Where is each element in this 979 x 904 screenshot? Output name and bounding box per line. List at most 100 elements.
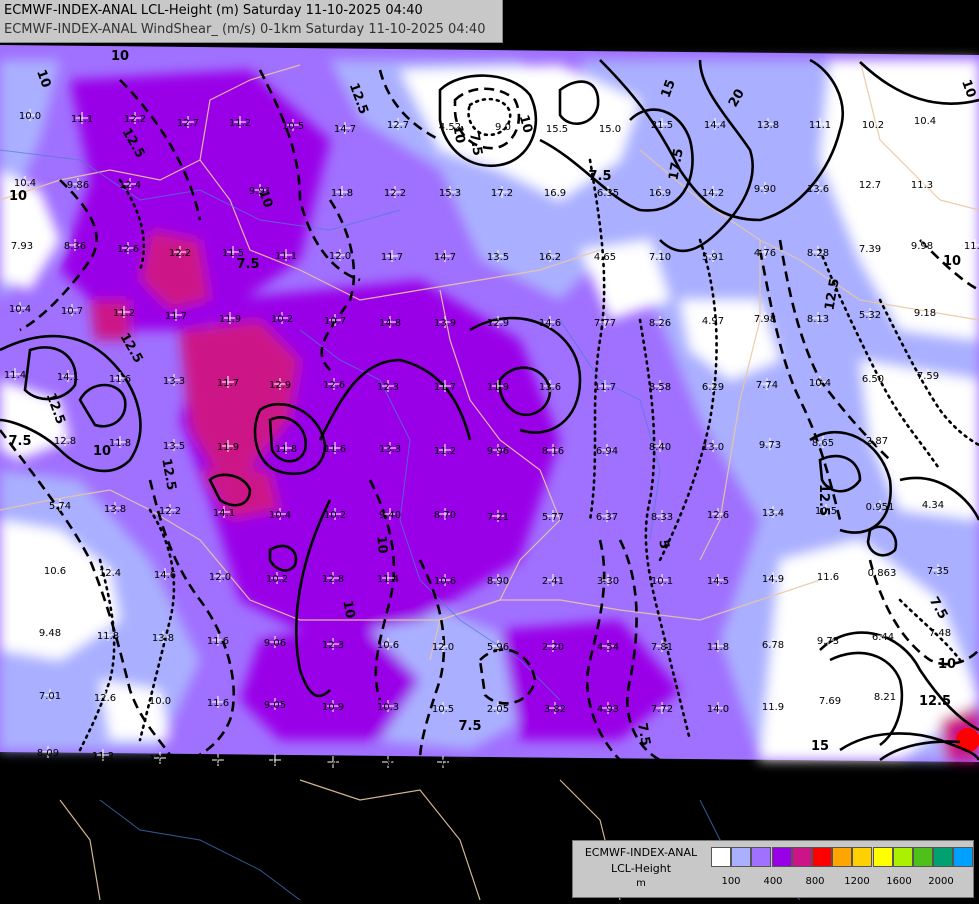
grid-value-label: 14.6	[154, 570, 176, 581]
legend-swatch	[751, 847, 772, 867]
grid-value-label: 5.74	[49, 501, 71, 512]
grid-value-label: 14.1	[213, 508, 235, 519]
grid-value-label: 11.7	[594, 382, 616, 393]
grid-value-label: 10.5	[282, 121, 304, 132]
legend-tick-label: 1200	[844, 876, 870, 887]
grid-value-label: 11.6	[207, 636, 229, 647]
grid-value-label: 11.2	[113, 308, 135, 319]
legend-swatch	[791, 847, 812, 867]
legend-swatch	[892, 847, 913, 867]
grid-value-label: 15.0	[599, 124, 621, 135]
legend-swatch	[872, 847, 893, 867]
grid-value-label: 10.7	[61, 306, 83, 317]
grid-value-label: 9.73	[759, 440, 781, 451]
grid-value-label: 6.35	[597, 188, 619, 199]
grid-value-label: 12.9	[269, 380, 291, 391]
contour-label: 15	[811, 739, 829, 754]
grid-value-label: 7.93	[11, 241, 33, 252]
grid-value-label: 10.2	[862, 120, 884, 131]
grid-value-label: 7.81	[651, 642, 673, 653]
grid-value-label: 11.9	[762, 702, 784, 713]
grid-value-label: 10.4	[914, 116, 936, 127]
legend-swatch	[731, 847, 752, 867]
grid-value-label: 9.86	[67, 180, 89, 191]
grid-value-label: 8.40	[649, 442, 671, 453]
grid-value-label: 12.7	[387, 120, 409, 131]
grid-value-label: 12.6	[94, 693, 116, 704]
grid-value-label: 4.93	[597, 704, 619, 715]
grid-value-label: 9.40	[379, 510, 401, 521]
legend-tick-label: 800	[805, 876, 825, 887]
grid-value-label: 16.9	[544, 188, 566, 199]
map-title-lcl: ECMWF-INDEX-ANAL LCL-Height (m) Saturday…	[4, 3, 423, 18]
contour-label: 10	[9, 189, 27, 204]
grid-value-label: 7.35	[927, 566, 949, 577]
grid-value-label: 15.5	[546, 124, 568, 135]
grid-value-label: 9.90	[754, 184, 776, 195]
grid-value-label: 12.9	[487, 318, 509, 329]
grid-value-label: 10.4	[809, 378, 831, 389]
grid-value-label: 11.8	[97, 631, 119, 642]
legend-swatch	[771, 847, 792, 867]
grid-value-label: 13.8	[757, 120, 779, 131]
grid-value-label: 12.0	[329, 251, 351, 262]
grid-value-label: 10.4	[14, 178, 36, 189]
grid-value-label: 9.98	[911, 241, 933, 252]
color-legend: ECMWF-INDEX-ANAL LCL-Height m 100 400 800 1…	[572, 840, 974, 898]
grid-value-label: 7.21	[487, 512, 509, 523]
grid-value-label: 8.33	[651, 512, 673, 523]
legend-tick-label: 400	[763, 876, 783, 887]
grid-value-label: 15.3	[439, 188, 461, 199]
grid-value-label: 13.3	[163, 376, 185, 387]
grid-value-label: 8.21	[874, 692, 896, 703]
grid-value-label: 16.2	[539, 252, 561, 263]
grid-value-label: 13.8	[152, 633, 174, 644]
grid-value-label: 8.16	[542, 446, 564, 457]
contour-label: 10	[938, 657, 956, 672]
grid-value-label: 9.18	[914, 308, 936, 319]
grid-value-label: 12.6	[117, 244, 139, 255]
grid-value-label: 2.20	[542, 642, 564, 653]
grid-value-label: 11.7	[165, 311, 187, 322]
grid-value-label: 12.1	[149, 754, 171, 765]
grid-value-label: 11.1	[809, 120, 831, 131]
legend-swatch	[832, 847, 853, 867]
contour-label: 7.5	[236, 257, 259, 272]
grid-value-label: 8.36	[64, 241, 86, 252]
contour-label: 7.5	[458, 719, 481, 734]
grid-value-label: 14.8	[379, 318, 401, 329]
grid-value-label: 4.54	[597, 642, 619, 653]
grid-value-label: 12.5	[207, 756, 229, 767]
grid-value-label: 10.1	[651, 576, 673, 587]
grid-value-label: 12.0	[209, 572, 231, 583]
grid-value-label: 14.7	[434, 252, 456, 263]
grid-value-label: 6.50	[862, 374, 884, 385]
legend-swatch	[953, 847, 974, 867]
grid-value-label: 8.09	[37, 748, 59, 759]
grid-value-label: 12.3	[377, 382, 399, 393]
grid-value-label: 9.96	[487, 446, 509, 457]
grid-value-label: 11.1	[964, 241, 979, 252]
grid-value-label: 12.6	[323, 380, 345, 391]
grid-value-label: 12.2	[169, 248, 191, 259]
grid-value-label: 10.9	[322, 702, 344, 713]
grid-value-label: 13.5	[163, 441, 185, 452]
grid-value-label: 9.05	[264, 700, 286, 711]
grid-value-label: 2.05	[487, 704, 509, 715]
grid-value-label: 11.7	[381, 252, 403, 263]
grid-value-label: 7.01	[39, 691, 61, 702]
grid-value-label: 11.9	[487, 382, 509, 393]
grid-value-label: 14.5	[707, 576, 729, 587]
grid-value-label: 12.8	[54, 436, 76, 447]
contour-label: 10	[449, 124, 467, 144]
contour-label: 10	[943, 254, 961, 269]
grid-value-label: 11.8	[331, 188, 353, 199]
grid-value-label: 9.43	[322, 758, 344, 769]
grid-value-label: 8.28	[807, 248, 829, 259]
grid-value-label: 13.6	[807, 184, 829, 195]
legend-tick-label: 100	[721, 876, 741, 887]
grid-value-label: 8.70	[434, 510, 456, 521]
grid-value-label: 11.1	[71, 114, 93, 125]
grid-value-label: 7.39	[859, 244, 881, 255]
grid-value-label: 5.96	[487, 642, 509, 653]
